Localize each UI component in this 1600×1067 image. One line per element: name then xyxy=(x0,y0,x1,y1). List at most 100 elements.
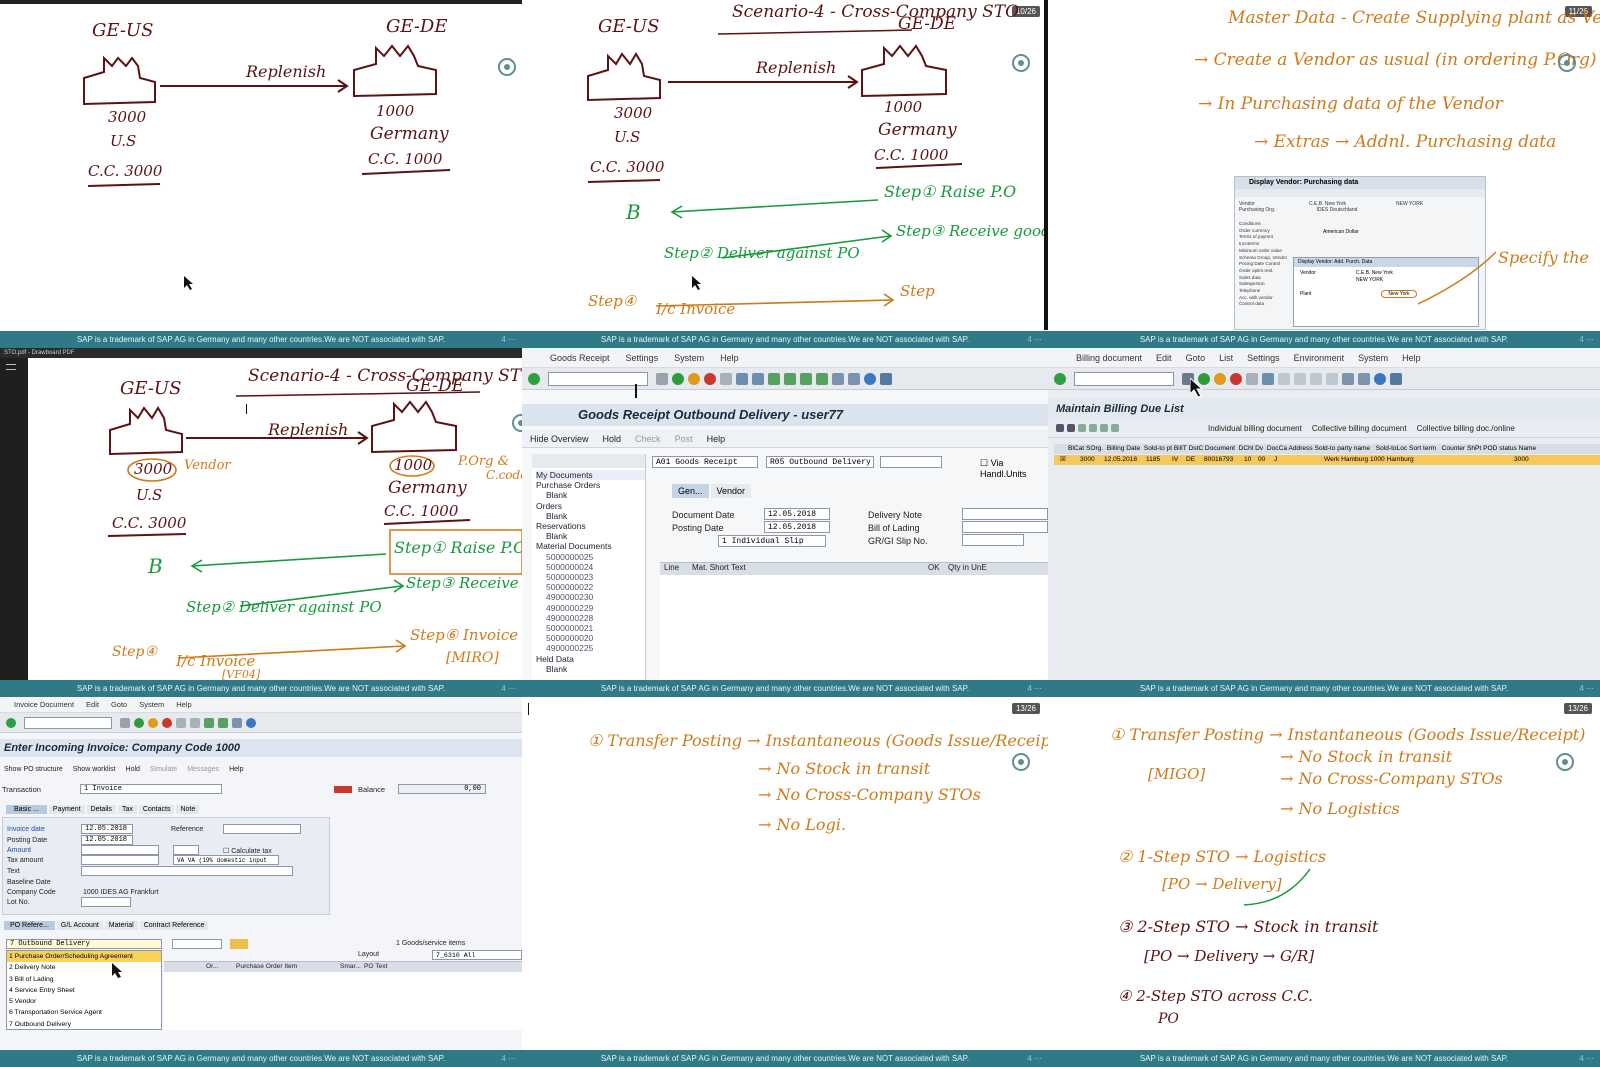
print-icon[interactable] xyxy=(176,717,186,728)
exit-icon[interactable] xyxy=(1214,372,1226,385)
menu-edit[interactable]: Edit xyxy=(86,700,99,709)
tab-details[interactable]: Details xyxy=(86,805,116,814)
grgi-slip-input[interactable] xyxy=(962,534,1024,546)
tab-note[interactable]: Note xyxy=(176,805,200,814)
option-transportation-agent[interactable]: 6 Transportation Service Agent xyxy=(7,1007,161,1018)
invoice-date-input[interactable]: 12.05.2018 xyxy=(81,824,133,834)
menu-goto[interactable]: Goto xyxy=(1186,353,1206,363)
option-vendor[interactable]: 5 Vendor xyxy=(7,996,161,1007)
menu-settings[interactable]: Settings xyxy=(1247,353,1280,363)
billing-list-row[interactable]: ☒ 3000 12.05.2018 1185 IV DE 80016793 10… xyxy=(1054,455,1600,465)
menu-list[interactable]: List xyxy=(1219,353,1233,363)
tab-basic[interactable]: Basic ... xyxy=(6,805,47,814)
first-page-icon[interactable] xyxy=(768,372,780,385)
next-page-icon[interactable] xyxy=(218,717,228,728)
option-purchase-order[interactable]: 1 Purchase Order/Scheduling Agreement xyxy=(7,951,161,963)
sum-icon[interactable] xyxy=(1089,424,1097,432)
menu-system[interactable]: System xyxy=(139,700,164,709)
command-field[interactable] xyxy=(24,716,112,729)
next-page-icon[interactable] xyxy=(800,372,812,385)
find-icon[interactable] xyxy=(736,372,748,385)
menu-edit[interactable]: Edit xyxy=(1156,353,1172,363)
new-session-icon[interactable] xyxy=(832,372,844,385)
sap-migo-window[interactable]: Goods Receipt Settings System Help Goods… xyxy=(522,348,1048,697)
menu-settings[interactable]: Settings xyxy=(626,353,659,363)
shortcut-icon[interactable] xyxy=(1358,372,1370,385)
tab-tax[interactable]: Tax xyxy=(117,805,137,814)
reference-document-select[interactable]: 7 Outbound Delivery xyxy=(6,939,162,949)
new-session-icon[interactable] xyxy=(1342,372,1354,385)
tab-vendor[interactable]: Vendor xyxy=(710,484,752,498)
posting-date-input[interactable]: 12.05.2018 xyxy=(764,521,830,533)
back-icon[interactable] xyxy=(134,717,144,728)
first-page-icon[interactable] xyxy=(204,717,214,728)
help-icon[interactable] xyxy=(246,717,256,728)
menu-help[interactable]: Help xyxy=(176,700,191,709)
transaction-select[interactable]: 1 Invoice xyxy=(80,784,222,794)
prev-page-icon[interactable] xyxy=(784,372,796,385)
option-delivery-note[interactable]: 2 Delivery Note xyxy=(7,962,161,973)
help-icon[interactable] xyxy=(864,372,876,385)
find-icon[interactable] xyxy=(190,717,200,728)
collective-billing-online-button[interactable]: Collective billing doc./online xyxy=(1417,424,1515,433)
check-button[interactable]: Check xyxy=(635,434,661,444)
layout-icon[interactable] xyxy=(1390,372,1402,385)
record-button-icon[interactable] xyxy=(1012,54,1030,72)
menu-billing-document[interactable]: Billing document xyxy=(1076,353,1142,363)
menu-goto[interactable]: Goto xyxy=(111,700,127,709)
prev-page-icon[interactable] xyxy=(1294,372,1306,385)
tab-payment[interactable]: Payment xyxy=(48,805,85,814)
hold-button[interactable]: Hold xyxy=(126,766,140,773)
cancel-icon[interactable] xyxy=(1230,372,1242,385)
posting-date-input[interactable]: 12.05.2018 xyxy=(81,835,133,845)
layout-change-icon[interactable] xyxy=(1111,424,1119,432)
help-icon[interactable] xyxy=(1374,372,1386,385)
find-next-icon[interactable] xyxy=(752,372,764,385)
document-date-input[interactable]: 12.05.2018 xyxy=(764,508,830,520)
reference-dropdown-list[interactable]: 1 Purchase Order/Scheduling Agreement 2 … xyxy=(6,950,162,1030)
record-button-icon[interactable] xyxy=(498,58,516,76)
exit-icon[interactable] xyxy=(688,372,700,385)
video-tile-3[interactable]: 11/26 Master Data - Create Supplying pla… xyxy=(1048,0,1600,348)
video-tile-2[interactable]: 10/26 Scenario-4 - Cross-Company STO GE-… xyxy=(522,0,1048,348)
slip-select[interactable]: 1 Individual Slip xyxy=(718,535,826,547)
first-page-icon[interactable] xyxy=(1278,372,1290,385)
text-input[interactable] xyxy=(81,866,293,876)
save-icon[interactable] xyxy=(656,372,668,385)
filter-icon[interactable] xyxy=(1078,424,1086,432)
export-icon[interactable] xyxy=(1100,424,1108,432)
next-page-icon[interactable] xyxy=(1310,372,1322,385)
menu-system[interactable]: System xyxy=(1358,353,1388,363)
transfer-icon[interactable] xyxy=(230,939,248,949)
exit-icon[interactable] xyxy=(148,717,158,728)
currency-input[interactable] xyxy=(173,845,199,855)
tab-gl-account[interactable]: G/L Account xyxy=(56,921,103,930)
last-page-icon[interactable] xyxy=(816,372,828,385)
enter-icon[interactable] xyxy=(1054,372,1066,385)
record-button-icon[interactable] xyxy=(1558,54,1576,72)
action-select[interactable]: A01 Goods Receipt xyxy=(652,456,758,468)
back-icon[interactable] xyxy=(672,372,684,385)
record-button-icon[interactable] xyxy=(1556,753,1574,771)
reference-select[interactable]: R05 Outbound Delivery xyxy=(766,456,874,468)
sort-asc-icon[interactable] xyxy=(1056,424,1064,432)
via-handling-units-checkbox[interactable]: ☐ Via Handl.Units xyxy=(980,458,1048,479)
help-button[interactable]: Help xyxy=(229,766,243,773)
hold-button[interactable]: Hold xyxy=(603,434,622,444)
calculate-tax-checkbox[interactable]: ☐ Calculate tax xyxy=(223,847,272,855)
reference-input[interactable] xyxy=(223,824,301,834)
command-field[interactable] xyxy=(548,371,648,386)
video-tile-8[interactable]: 13/26 ① Transfer Posting → Instantaneous… xyxy=(522,697,1048,1067)
print-icon[interactable] xyxy=(1246,372,1258,385)
option-outbound-delivery[interactable]: 7 Outbound Delivery xyxy=(7,1019,161,1030)
sap-miro-window[interactable]: Invoice Document Edit Goto System Help E… xyxy=(0,697,522,1067)
record-button-icon[interactable] xyxy=(1012,753,1030,771)
hide-overview-button[interactable]: Hide Overview xyxy=(530,434,589,444)
command-field[interactable] xyxy=(1074,371,1174,386)
save-icon[interactable] xyxy=(120,717,130,728)
show-worklist-button[interactable]: Show worklist xyxy=(73,766,116,773)
option-service-entry-sheet[interactable]: 4 Service Entry Sheet xyxy=(7,985,161,996)
lot-number-input[interactable] xyxy=(81,897,131,907)
menu-help[interactable]: Help xyxy=(1402,353,1421,363)
tab-general[interactable]: Gen... xyxy=(672,484,709,498)
